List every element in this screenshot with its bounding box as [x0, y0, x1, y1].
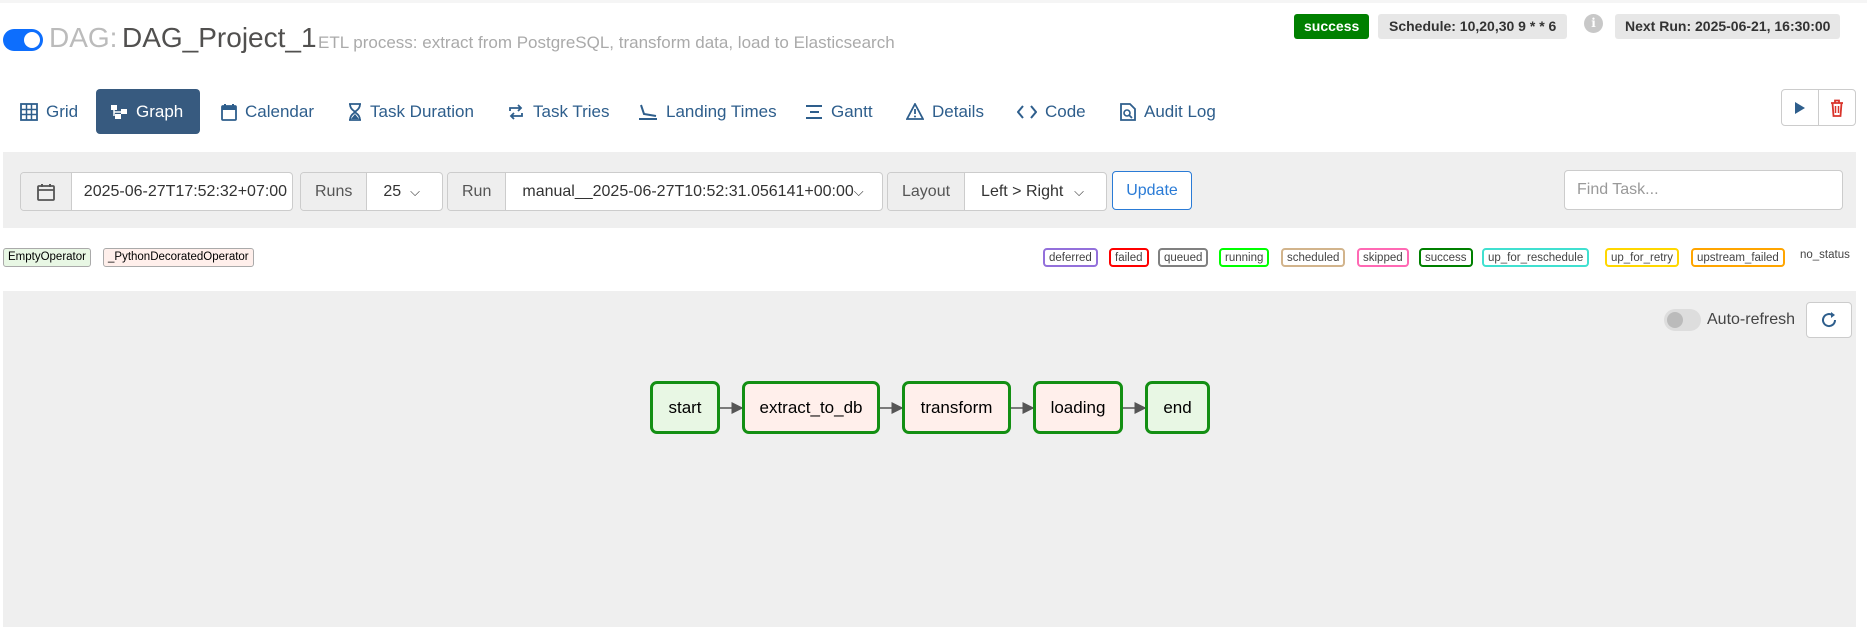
- task-node-loading[interactable]: loading: [1033, 381, 1123, 434]
- hourglass-icon: [349, 102, 361, 121]
- task-node-transform[interactable]: transform: [902, 381, 1011, 434]
- top-divider: [0, 0, 1867, 3]
- graph-filter-bar: 2025-06-27T17:52:32+07:00 Runs 25 ⌵ Run …: [3, 152, 1856, 228]
- tab-task-tries[interactable]: Task Tries: [493, 89, 624, 134]
- gantt-icon: [806, 104, 822, 119]
- dag-title[interactable]: DAG_Project_1: [122, 22, 317, 54]
- status-legend-item[interactable]: failed: [1109, 248, 1149, 267]
- next-run-badge: Next Run: 2025-06-21, 16:30:00: [1615, 14, 1841, 39]
- status-legend-item[interactable]: deferred: [1043, 248, 1098, 267]
- status-legend-item[interactable]: up_for_retry: [1605, 248, 1680, 267]
- auto-refresh-toggle[interactable]: Auto-refresh: [1664, 309, 1795, 331]
- tab-landing-times[interactable]: Landing Times: [624, 89, 791, 134]
- base-date-group: 2025-06-27T17:52:32+07:00: [20, 172, 293, 211]
- task-node-extract-to-db[interactable]: extract_to_db: [742, 381, 880, 434]
- play-icon: [1795, 101, 1805, 114]
- auto-refresh-label: Auto-refresh: [1707, 311, 1796, 328]
- run-label: Run: [448, 173, 507, 210]
- schedule-badge: Schedule: 10,20,30 9 * * 6: [1378, 14, 1568, 39]
- status-legend-item[interactable]: success: [1419, 248, 1473, 267]
- refresh-button[interactable]: [1806, 302, 1852, 338]
- warning-icon: [906, 103, 924, 120]
- refresh-icon: [1822, 312, 1837, 328]
- dag-state-badge: success: [1294, 14, 1370, 39]
- run-select-value: manual__2025-06-27T10:52:31.056141+00:00: [522, 182, 854, 200]
- tab-task-tries-label: Task Tries: [533, 101, 610, 121]
- layout-select-value: Left > Right: [981, 182, 1064, 200]
- status-legend-item[interactable]: up_for_reschedule: [1482, 248, 1590, 267]
- tab-task-duration-label: Task Duration: [370, 101, 474, 121]
- tab-gantt-label: Gantt: [831, 101, 873, 121]
- calendar-icon: [221, 103, 237, 121]
- runs-label: Runs: [301, 173, 368, 210]
- tab-gantt[interactable]: Gantt: [791, 89, 887, 134]
- grid-icon: [20, 102, 38, 121]
- auto-refresh-switch[interactable]: [1664, 309, 1701, 331]
- runs-group: Runs 25 ⌵: [300, 172, 443, 211]
- update-button[interactable]: Update: [1112, 171, 1192, 210]
- tab-graph[interactable]: Graph: [96, 89, 200, 134]
- graph-canvas[interactable]: [3, 291, 1856, 627]
- audit-log-icon: [1120, 102, 1136, 121]
- tab-graph-label: Graph: [136, 101, 184, 121]
- tab-audit-log-label: Audit Log: [1144, 101, 1216, 121]
- tab-code[interactable]: Code: [1003, 89, 1100, 134]
- operator-legend-item[interactable]: EmptyOperator: [3, 248, 91, 267]
- chevron-down-icon: ⌵: [410, 183, 420, 199]
- status-legend-item[interactable]: skipped: [1357, 248, 1409, 267]
- layout-group: Layout Left > Right ⌵: [887, 172, 1107, 211]
- calendar-icon: [36, 183, 55, 201]
- trigger-dag-button[interactable]: [1781, 89, 1819, 126]
- status-legend-item[interactable]: scheduled: [1281, 248, 1346, 267]
- status-legend-item[interactable]: running: [1219, 248, 1270, 267]
- tab-grid-label: Grid: [46, 101, 79, 121]
- trash-icon: [1831, 99, 1843, 117]
- status-legend-item[interactable]: upstream_failed: [1691, 248, 1785, 267]
- chevron-down-icon: ⌵: [1074, 183, 1084, 199]
- runs-select[interactable]: 25 ⌵: [367, 173, 442, 210]
- code-icon: [1017, 104, 1037, 119]
- tab-calendar[interactable]: Calendar: [207, 89, 328, 134]
- runs-select-value: 25: [383, 182, 402, 200]
- operator-legend-item[interactable]: _PythonDecoratedOperator: [103, 248, 254, 267]
- tab-landing-times-label: Landing Times: [666, 101, 777, 121]
- status-legend-item[interactable]: no_status: [1800, 249, 1850, 261]
- base-date-input[interactable]: 2025-06-27T17:52:32+07:00: [72, 173, 292, 210]
- layout-label: Layout: [888, 173, 966, 210]
- date-picker-button[interactable]: [21, 173, 72, 210]
- graph-icon: [111, 104, 127, 119]
- tab-audit-log[interactable]: Audit Log: [1106, 89, 1230, 134]
- find-task-input[interactable]: Find Task...: [1564, 170, 1843, 210]
- landing-icon: [639, 104, 657, 120]
- tab-grid[interactable]: Grid: [6, 89, 92, 134]
- status-legend-item[interactable]: queued: [1158, 248, 1209, 267]
- tab-code-label: Code: [1045, 101, 1086, 121]
- retry-icon: [509, 103, 523, 120]
- info-icon[interactable]: i: [1584, 14, 1603, 33]
- delete-dag-button[interactable]: [1818, 89, 1856, 126]
- pause-toggle[interactable]: [3, 29, 43, 51]
- task-node-start[interactable]: start: [650, 381, 720, 434]
- tab-task-duration[interactable]: Task Duration: [334, 89, 488, 134]
- run-select[interactable]: manual__2025-06-27T10:52:31.056141+00:00…: [506, 173, 882, 210]
- layout-select[interactable]: Left > Right ⌵: [965, 173, 1106, 210]
- task-node-end[interactable]: end: [1145, 381, 1210, 434]
- dag-prefix-label: DAG:: [49, 22, 118, 53]
- tab-details-label: Details: [932, 101, 984, 121]
- dag-description: ETL process: extract from PostgreSQL, tr…: [318, 33, 895, 52]
- run-group: Run manual__2025-06-27T10:52:31.056141+0…: [447, 172, 883, 211]
- tab-details[interactable]: Details: [892, 89, 998, 134]
- tab-calendar-label: Calendar: [245, 101, 314, 121]
- chevron-down-icon: ⌵: [853, 183, 864, 199]
